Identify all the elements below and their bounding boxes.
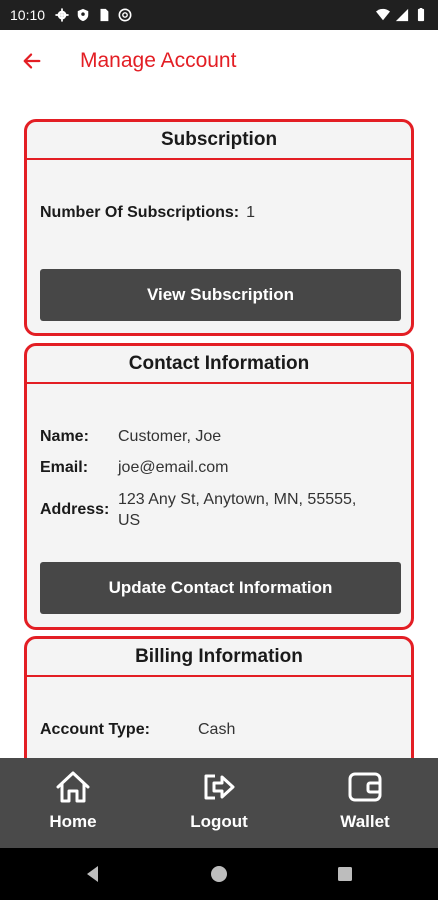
subscriptions-count-value: 1: [246, 204, 256, 221]
contact-name-row: Name: Customer, Joe: [40, 428, 221, 446]
system-back-button[interactable]: [63, 854, 123, 894]
billing-card-title: Billing Information: [27, 639, 411, 677]
gear-icon: [55, 8, 69, 22]
account-type-value: Cash: [198, 721, 236, 738]
page-title: Manage Account: [80, 49, 237, 72]
billing-information-card: Billing Information Account Type: Cash: [24, 636, 414, 758]
subscription-card-title: Subscription: [27, 122, 411, 160]
contact-address-label: Address:: [40, 501, 110, 518]
contact-name-value: Customer, Joe: [118, 428, 222, 445]
contact-address-line1: 123 Any St, Anytown, MN, 55555,: [118, 491, 357, 508]
subscriptions-count-row: Number Of Subscriptions: 1: [40, 204, 255, 222]
contact-information-card: Contact Information Name: Customer, Joe …: [24, 343, 414, 630]
update-contact-information-button[interactable]: Update Contact Information: [40, 562, 401, 614]
subscriptions-count-label: Number Of Subscriptions:: [40, 204, 240, 221]
battery-icon: [417, 8, 425, 22]
back-button[interactable]: [12, 41, 52, 81]
nav-wallet-label: Wallet: [340, 812, 390, 831]
app-header: Manage Account: [0, 30, 438, 92]
sim-card-icon: [100, 8, 109, 22]
shield-icon: [77, 8, 89, 22]
subscription-card: Subscription Number Of Subscriptions: 1 …: [24, 119, 414, 336]
contact-email-row: Email: joe@email.com: [40, 459, 229, 477]
contact-address-row: Address: 123 Any St, Anytown, MN, 55555,…: [40, 489, 356, 531]
account-type-row: Account Type: Cash: [40, 721, 235, 739]
status-icons-left: [55, 8, 132, 22]
bottom-navigation: Home Logout Wallet: [0, 758, 438, 848]
nav-wallet[interactable]: Wallet: [292, 758, 438, 848]
wallet-icon: [348, 772, 382, 802]
status-time: 10:10: [10, 7, 46, 23]
recents-square-icon: [338, 867, 352, 881]
wifi-icon: [376, 8, 390, 21]
home-circle-icon: [211, 866, 227, 882]
contact-address-line2: US: [118, 512, 141, 529]
logout-icon: [204, 774, 235, 800]
view-subscription-button[interactable]: View Subscription: [40, 269, 401, 321]
contact-card-title: Contact Information: [27, 346, 411, 384]
account-type-label: Account Type:: [40, 721, 150, 738]
system-home-button[interactable]: [189, 854, 249, 894]
status-icons-right: [376, 8, 428, 22]
nav-logout-label: Logout: [190, 812, 248, 831]
nav-home[interactable]: Home: [0, 758, 146, 848]
system-navigation-bar: [0, 848, 438, 900]
home-icon: [56, 771, 90, 803]
nav-home-label: Home: [49, 812, 97, 831]
at-sign-icon: [118, 8, 132, 22]
contact-email-value: joe@email.com: [118, 459, 229, 476]
back-triangle-icon: [87, 866, 98, 882]
contact-email-label: Email:: [40, 459, 89, 476]
content-scroll-area[interactable]: Subscription Number Of Subscriptions: 1 …: [0, 92, 438, 758]
status-bar: 10:10: [0, 0, 438, 30]
arrow-left-icon: [23, 53, 41, 69]
system-recents-button[interactable]: [315, 854, 375, 894]
nav-logout[interactable]: Logout: [146, 758, 292, 848]
signal-icon: [395, 8, 409, 22]
contact-name-label: Name:: [40, 428, 89, 445]
